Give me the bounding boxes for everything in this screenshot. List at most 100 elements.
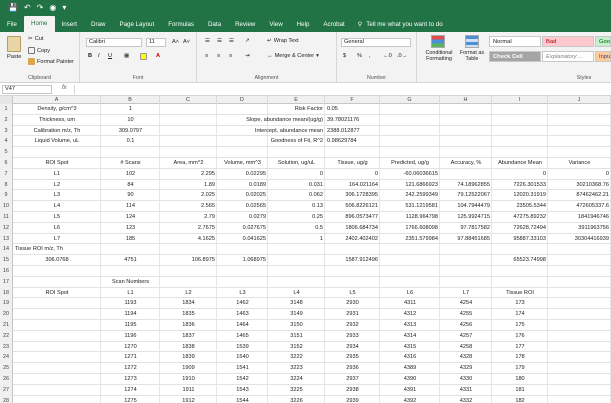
cell-h10[interactable]: 104.7944479 [440, 201, 492, 212]
cell-f12[interactable]: 1806.684734 [325, 223, 380, 234]
cell-b6[interactable]: # Scans [101, 158, 160, 169]
cell-h13[interactable]: 97.88451685 [440, 234, 492, 245]
cell-i26[interactable]: 180 [492, 374, 548, 385]
cell-g20[interactable]: 4312 [380, 309, 440, 320]
cell-j6[interactable]: Variance [548, 158, 611, 169]
cell-g18[interactable]: L6 [380, 288, 440, 299]
grow-font-icon[interactable]: A˄ [172, 39, 179, 45]
column-header-e[interactable]: E [268, 96, 325, 104]
font-size-select[interactable]: 11 [146, 38, 166, 47]
cell-f3[interactable]: 2388.012877 [325, 126, 380, 137]
cell-i25[interactable]: 179 [492, 363, 548, 374]
cell-a2[interactable]: Thickness, um [13, 115, 101, 126]
style-bad[interactable]: Bad [542, 36, 594, 47]
cell-h9[interactable]: 79.12522067 [440, 190, 492, 201]
paste-icon[interactable] [7, 36, 21, 52]
tab-view[interactable]: View [262, 17, 289, 32]
cell-i23[interactable]: 177 [492, 342, 548, 353]
undo-icon[interactable]: ↶ [24, 0, 31, 15]
cell-c18[interactable]: L2 [160, 288, 217, 299]
cell-g6[interactable]: Predicted, ug/g [380, 158, 440, 169]
cell-c11[interactable]: 2.79 [160, 212, 217, 223]
cell-e6[interactable]: Solution, ug/uL [268, 158, 325, 169]
style-check-cell[interactable]: Check Cell [489, 51, 541, 62]
cell-b3[interactable]: 309.0797 [101, 126, 160, 137]
column-header-a[interactable]: A [13, 96, 101, 104]
cell-c24[interactable]: 1839 [160, 352, 217, 363]
row-header-28[interactable]: 28 [0, 395, 13, 403]
cell-f7[interactable]: 0 [325, 169, 380, 180]
cell-e3[interactable]: Intercept, abundance mean [160, 126, 325, 137]
cell-a3[interactable]: Calibration m/z, Th [13, 126, 101, 137]
cell-d13[interactable]: 0.041625 [217, 234, 268, 245]
cell-b19[interactable]: 1193 [101, 298, 160, 309]
cell-c8[interactable]: 1.89 [160, 180, 217, 191]
column-header-d[interactable]: D [217, 96, 268, 104]
customize-icon[interactable]: ▾ [62, 0, 66, 15]
cell-f26[interactable]: 2937 [325, 374, 380, 385]
orientation-icon[interactable]: ↗ [245, 38, 250, 44]
cell-f27[interactable]: 2938 [325, 385, 380, 396]
cell-c7[interactable]: 2.295 [160, 169, 217, 180]
cell-i12[interactable]: 72628.72494 [492, 223, 548, 234]
indent-icon[interactable]: ⇥ [245, 53, 250, 59]
column-header-b[interactable]: B [101, 96, 160, 104]
copy-button[interactable]: Copy [28, 47, 50, 54]
cell-j9[interactable]: 87462462.21 [548, 190, 611, 201]
cell-b23[interactable]: 1270 [101, 342, 160, 353]
conditional-formatting-icon[interactable] [431, 35, 445, 48]
cell-c20[interactable]: 1835 [160, 309, 217, 320]
row-header-11[interactable]: 11 [0, 212, 13, 223]
cell-a18[interactable]: ROI Spot [13, 288, 101, 299]
cell-a12[interactable]: L6 [13, 223, 101, 234]
cell-c25[interactable]: 1909 [160, 363, 217, 374]
cell-e22[interactable]: 3151 [268, 331, 325, 342]
tab-home[interactable]: Home [23, 16, 55, 32]
worksheet-grid[interactable]: ABCDEFGHIJ 1 Density, g/cm^3 1 Risk Factor 0… [0, 96, 611, 403]
cell-i21[interactable]: 175 [492, 320, 548, 331]
cell-f4[interactable]: 0.98629784 [325, 136, 380, 147]
conditional-formatting-button[interactable]: Conditional Formatting [421, 50, 457, 63]
cell-b1[interactable]: 1 [101, 104, 160, 115]
cell-a15[interactable]: 306.0768 [13, 255, 101, 266]
cell-g8[interactable]: 121.6866923 [380, 180, 440, 191]
cell-g28[interactable]: 4392 [380, 396, 440, 403]
cell-e4[interactable]: Goodness of Fit, R^2 [160, 136, 325, 147]
borders-icon[interactable]: ▦ [124, 53, 129, 59]
row-header-27[interactable]: 27 [0, 384, 13, 396]
cell-d12[interactable]: 0.027675 [217, 223, 268, 234]
cell-b26[interactable]: 1273 [101, 374, 160, 385]
cell-c21[interactable]: 1836 [160, 320, 217, 331]
cell-a6[interactable]: ROI Spot [13, 158, 101, 169]
cell-g9[interactable]: 242.2599349 [380, 190, 440, 201]
row-header-9[interactable]: 9 [0, 190, 13, 202]
cell-d8[interactable]: 0.0189 [217, 180, 268, 191]
cell-h21[interactable]: 4256 [440, 320, 492, 331]
cell-i7[interactable]: 0 [492, 169, 548, 180]
redo-icon[interactable]: ↷ [37, 0, 44, 15]
cell-i20[interactable]: 174 [492, 309, 548, 320]
tab-acrobat[interactable]: Acrobat [316, 17, 351, 32]
cell-a8[interactable]: L2 [13, 180, 101, 191]
camera-icon[interactable]: ◉ [49, 0, 56, 15]
cell-h27[interactable]: 4331 [440, 385, 492, 396]
italic-button[interactable]: I [98, 53, 100, 59]
wrap-text-button[interactable]: ↵ Wrap Text [267, 38, 299, 44]
cell-b25[interactable]: 1272 [101, 363, 160, 374]
cell-f18[interactable]: L5 [325, 288, 380, 299]
align-bottom-icon[interactable]: ☰ [229, 38, 234, 44]
cell-b13[interactable]: 185 [101, 234, 160, 245]
cell-b10[interactable]: 114 [101, 201, 160, 212]
tab-data[interactable]: Data [201, 17, 228, 32]
row-header-8[interactable]: 8 [0, 179, 13, 191]
cell-f2[interactable]: 39.78021176 [325, 115, 380, 126]
cell-d9[interactable]: 0.02025 [217, 190, 268, 201]
style-input[interactable]: Inpu [595, 51, 611, 62]
cell-h28[interactable]: 4332 [440, 396, 492, 403]
row-header-4[interactable]: 4 [0, 136, 13, 148]
cell-f6[interactable]: Tissue, ug/g [325, 158, 380, 169]
cell-b8[interactable]: 84 [101, 180, 160, 191]
cell-b11[interactable]: 124 [101, 212, 160, 223]
cell-e12[interactable]: 0.5 [268, 223, 325, 234]
cell-h11[interactable]: 125.9924715 [440, 212, 492, 223]
